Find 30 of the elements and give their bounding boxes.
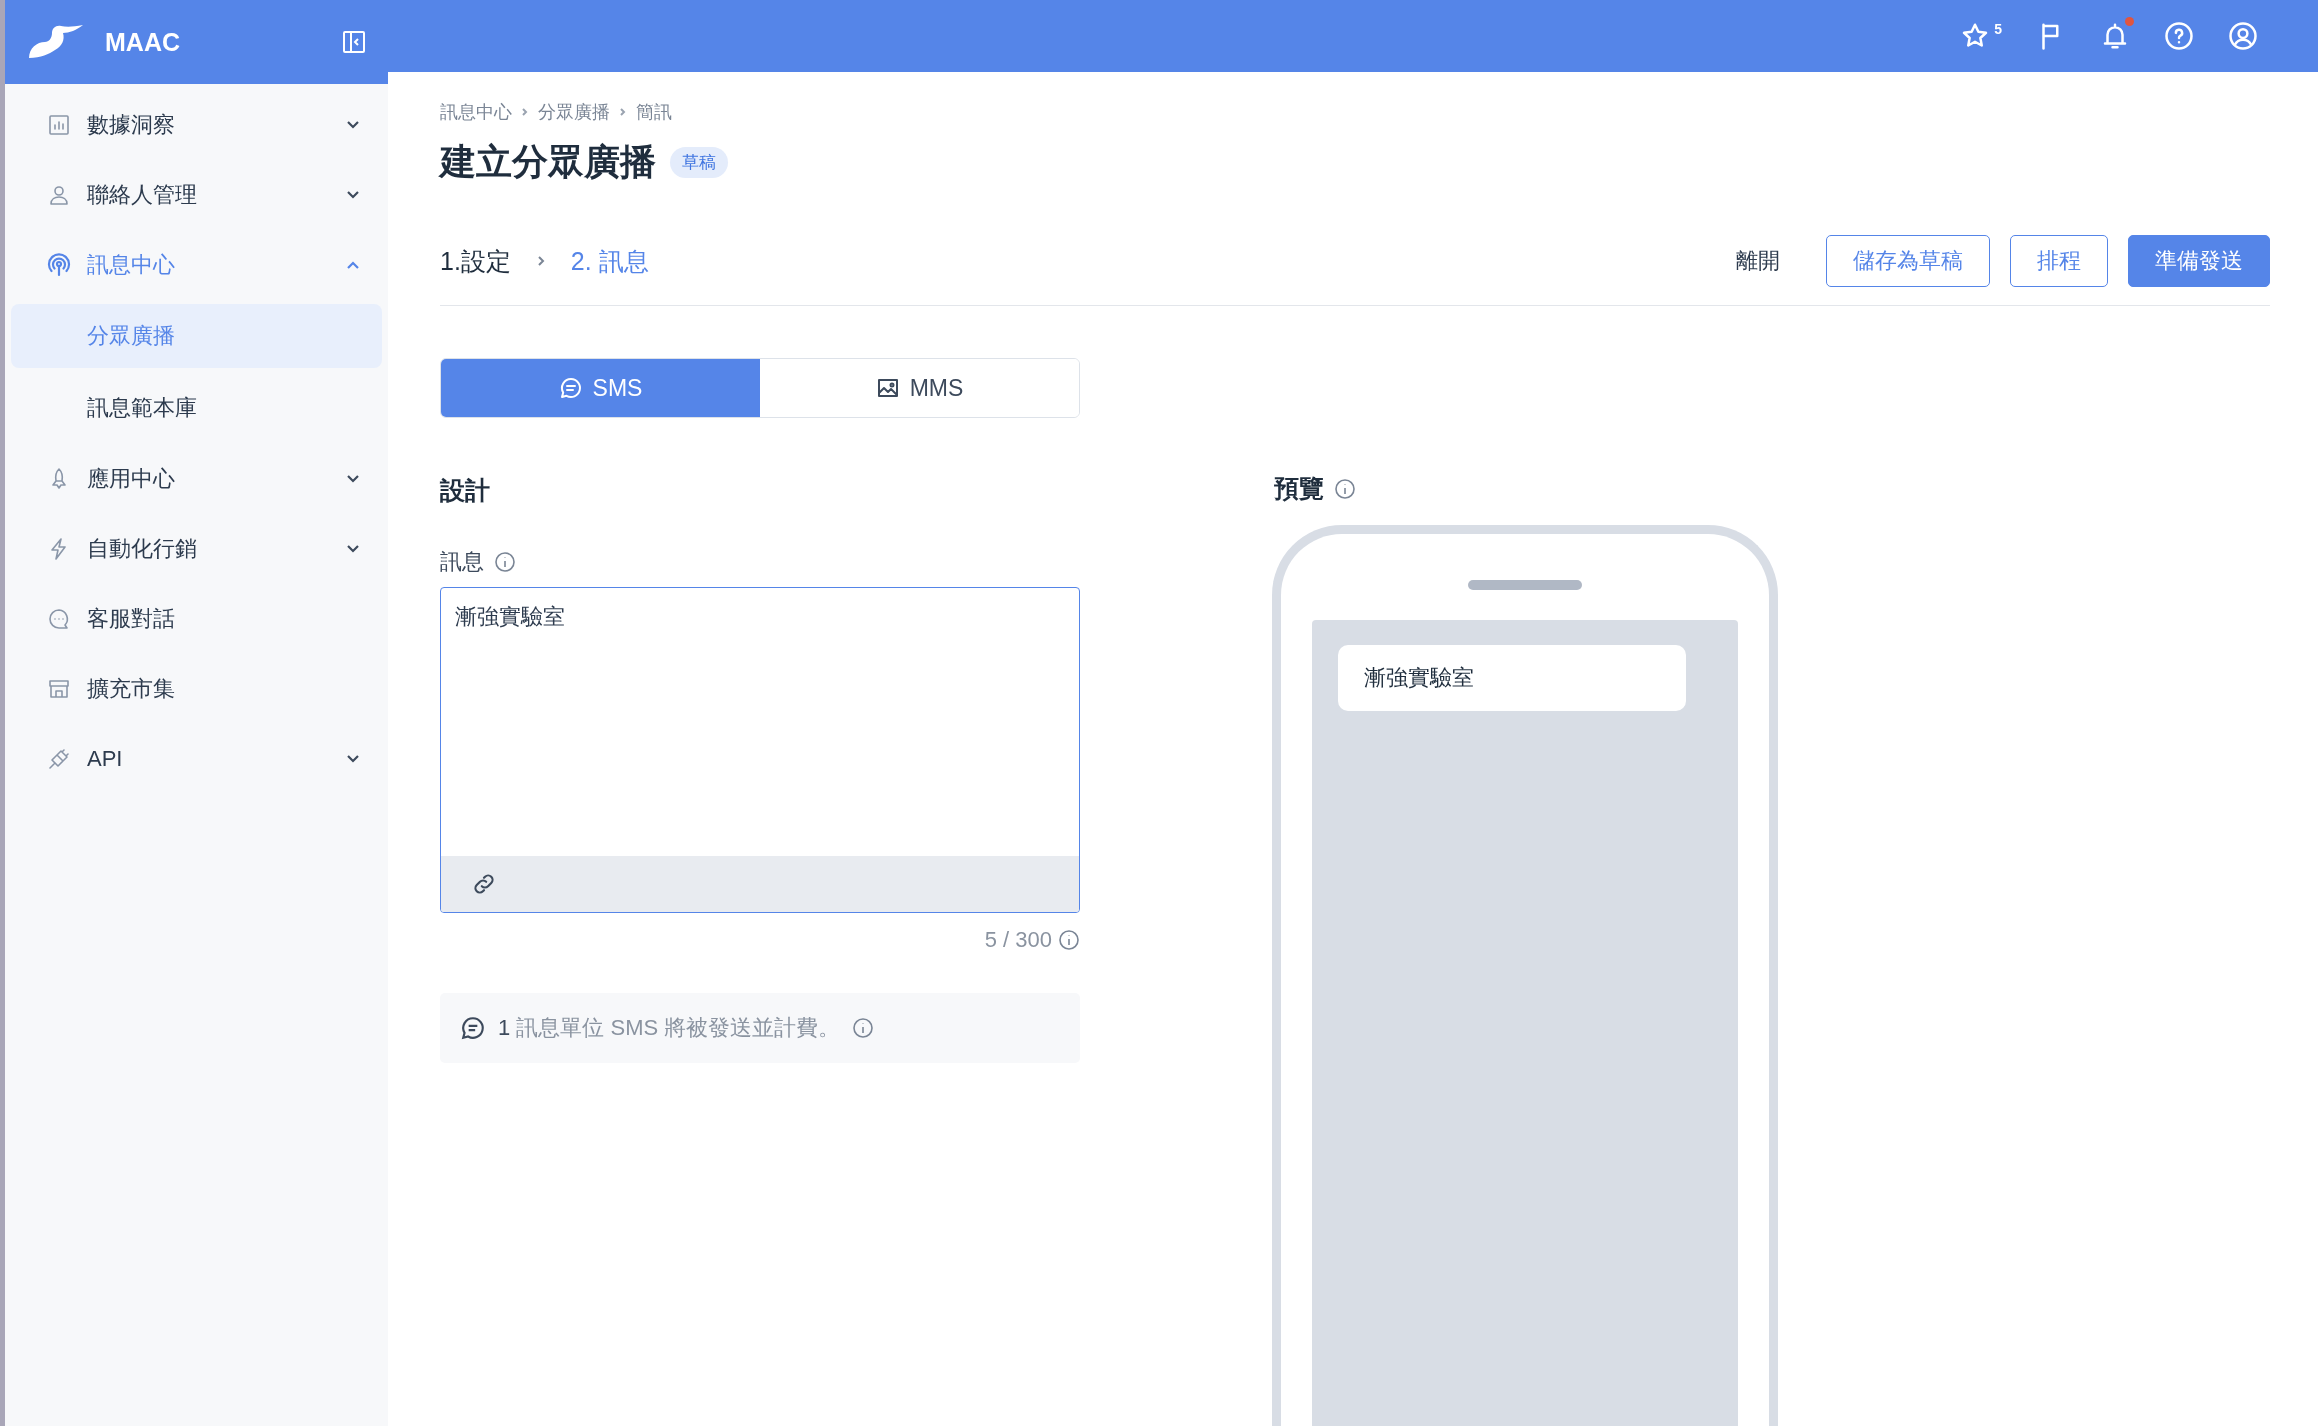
send-button[interactable]: 準備發送 — [2128, 235, 2270, 287]
favorites-count: 5 — [1994, 21, 2002, 37]
sidebar-item[interactable]: 客服對話 — [5, 584, 388, 654]
leave-button[interactable]: 離開 — [1710, 235, 1806, 287]
breadcrumb-link[interactable]: 簡訊 — [636, 100, 672, 124]
action-button[interactable]: 排程 — [2010, 235, 2108, 287]
notice-text: 1 訊息單位 SMS 將被發送並計費。 — [498, 1014, 841, 1042]
breadcrumb-link[interactable]: 訊息中心 — [440, 100, 512, 124]
app-name: MAAC — [105, 27, 181, 57]
action-button[interactable]: 儲存為草稿 — [1826, 235, 1990, 287]
section-heading: 預覽 — [1274, 473, 1324, 504]
sidebar-item[interactable]: 聯絡人管理 — [5, 160, 388, 230]
message-text: 漸強實驗室 — [454, 603, 566, 631]
character-counter: 5 / 300 — [984, 927, 1052, 953]
breadcrumb-link[interactable]: 分眾廣播 — [538, 100, 610, 124]
message-bubble: 漸強實驗室 — [1338, 645, 1686, 711]
sidebar-item[interactable]: 自動化行銷 — [5, 514, 388, 584]
field-label: 訊息 — [440, 548, 484, 576]
sidebar-item[interactable]: 應用中心 — [5, 444, 388, 514]
status-badge: 草稿 — [670, 147, 728, 178]
sidebar-item[interactable]: 擴充市集 — [5, 654, 388, 724]
sidebar-subitem[interactable]: 訊息範本庫 — [11, 376, 382, 440]
sidebar-item[interactable]: 數據洞察 — [5, 90, 388, 160]
message-editor[interactable]: 漸強實驗室 — [440, 587, 1080, 913]
sidebar-item[interactable]: API — [5, 724, 388, 794]
page-title: 建立分眾廣播 — [440, 140, 656, 184]
step-tab[interactable]: 1.設定 — [440, 244, 511, 278]
section-heading: 設計 — [440, 475, 491, 506]
step-tab[interactable]: 2. 訊息 — [570, 244, 649, 278]
message-type-tab[interactable]: SMS — [441, 359, 760, 417]
